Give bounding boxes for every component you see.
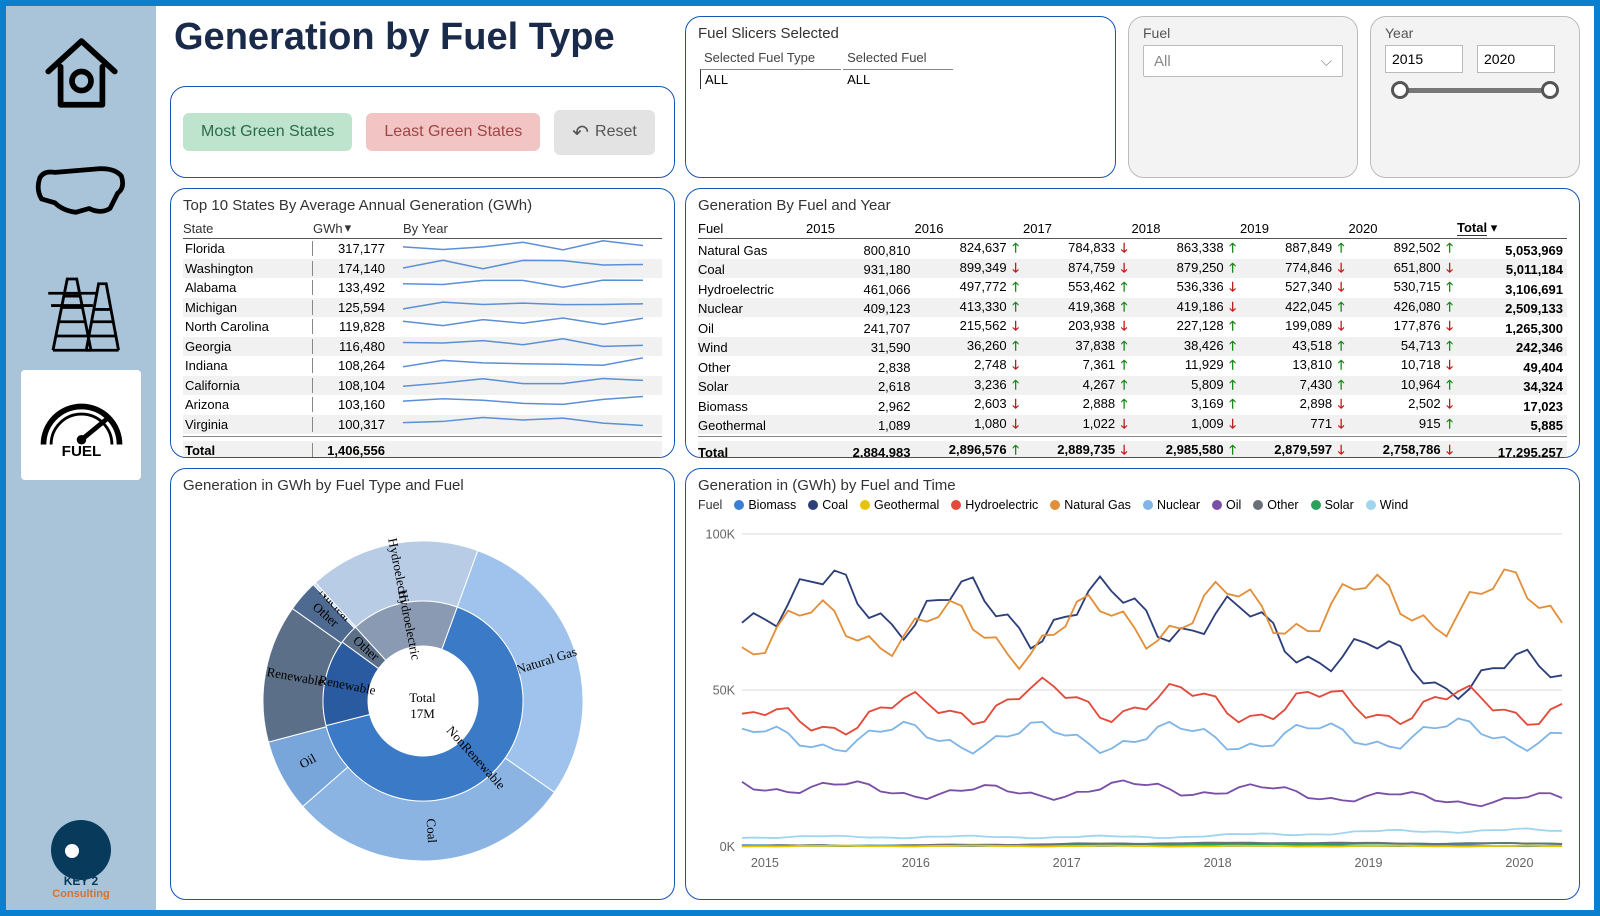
slicer-info-card: Fuel Slicers Selected Selected Fuel Type… [685, 16, 1116, 178]
table-row[interactable]: California108,104 [183, 376, 662, 396]
least-green-button[interactable]: Least Green States [366, 113, 540, 151]
donut-center-label: Total 17M [409, 690, 436, 722]
svg-text:2016: 2016 [902, 856, 930, 870]
year-to-input[interactable] [1477, 45, 1555, 73]
svg-text:2020: 2020 [1505, 856, 1533, 870]
svg-text:50K: 50K [713, 684, 736, 698]
pylon-icon [34, 260, 129, 355]
year-range-slider[interactable] [1391, 79, 1559, 103]
most-green-button[interactable]: Most Green States [183, 113, 352, 151]
table-row[interactable]: Virginia100,317 [183, 415, 662, 435]
reset-button[interactable]: ↶ Reset [554, 110, 655, 155]
table-row[interactable]: North Carolina119,828 [183, 317, 662, 337]
sidebar: FUEL KEY 2 Consulting [6, 6, 156, 910]
fuel-dropdown[interactable]: All [1143, 45, 1343, 77]
table-row[interactable]: Oil241,707 215,562 🡓203,938 🡓227,128 🡑19… [698, 317, 1567, 337]
line-card: Generation in (GWh) by Fuel and Time Fue… [685, 468, 1580, 900]
fuel-year-card: Generation By Fuel and Year Fuel 2015 20… [685, 188, 1580, 458]
button-panel: Most Green States Least Green States ↶ R… [170, 86, 675, 178]
svg-text:FUEL: FUEL [61, 442, 101, 459]
svg-text:2018: 2018 [1204, 856, 1232, 870]
nav-map[interactable] [21, 134, 141, 244]
sort-desc-icon: ▾ [345, 220, 352, 236]
nav-home[interactable] [21, 16, 141, 126]
table-row[interactable]: Arizona103,160 [183, 395, 662, 415]
table-row[interactable]: Natural Gas800,810 824,637 🡑784,833 🡓863… [698, 239, 1567, 259]
nav-transmission[interactable] [21, 252, 141, 362]
donut-card: Generation in GWh by Fuel Type and Fuel … [170, 468, 675, 900]
nav-fuel[interactable]: FUEL [21, 370, 141, 480]
year-from-input[interactable] [1385, 45, 1463, 73]
sort-desc-icon: ▾ [1491, 220, 1498, 235]
table-row[interactable]: Florida317,177 [183, 239, 662, 259]
svg-text:2017: 2017 [1053, 856, 1081, 870]
logo: KEY 2 Consulting [21, 820, 141, 900]
table-row[interactable]: Michigan125,594 [183, 298, 662, 318]
undo-icon: ↶ [572, 120, 589, 145]
svg-text:0K: 0K [720, 840, 736, 854]
svg-text:2015: 2015 [751, 856, 779, 870]
usa-map-icon [34, 142, 129, 237]
table-row[interactable]: Hydroelectric461,066 497,772 🡑553,462 🡑5… [698, 278, 1567, 298]
fuel-slicer: Fuel All [1128, 16, 1358, 178]
table-row[interactable]: Total2,884,983 2,896,576 🡑2,889,735 🡓2,9… [698, 441, 1567, 458]
svg-text:2019: 2019 [1354, 856, 1382, 870]
svg-text:Coal: Coal [423, 818, 439, 844]
table-row[interactable]: Indiana108,264 [183, 356, 662, 376]
table-row[interactable]: Other2,838 2,748 🡓7,361 🡑11,929 🡑13,810 … [698, 356, 1567, 376]
table-row[interactable]: Geothermal1,089 1,080 🡓1,022 🡓1,009 🡓771… [698, 415, 1567, 435]
table-row[interactable]: Nuclear409,123 413,330 🡑419,368 🡑419,186… [698, 298, 1567, 318]
line-chart[interactable]: 0K 50K 100K 2015 2016 2017 2018 2019 2020 [696, 527, 1569, 872]
table-row[interactable]: Coal931,180 899,349 🡓874,759 🡓879,250 🡑7… [698, 259, 1567, 279]
table-row[interactable]: Washington174,140 [183, 259, 662, 279]
line-legend: FuelBiomassCoalGeothermalHydroelectricNa… [698, 498, 1567, 512]
top-states-card: Top 10 States By Average Annual Generati… [170, 188, 675, 458]
table-row[interactable]: Georgia116,480 [183, 337, 662, 357]
table-row[interactable]: Biomass2,962 2,603 🡓2,888 🡑3,169 🡑2,898 … [698, 395, 1567, 415]
home-icon [34, 24, 129, 119]
fuel-gauge-icon: FUEL [34, 378, 129, 473]
page-title: Generation by Fuel Type [170, 16, 675, 76]
table-row[interactable]: Solar2,618 3,236 🡑4,267 🡑5,809 🡑7,430 🡑1… [698, 376, 1567, 396]
year-slicer: Year [1370, 16, 1580, 178]
table-row[interactable]: Alabama133,492 [183, 278, 662, 298]
svg-text:100K: 100K [706, 527, 736, 541]
table-row[interactable]: Wind31,590 36,260 🡑37,838 🡑38,426 🡑43,51… [698, 337, 1567, 357]
